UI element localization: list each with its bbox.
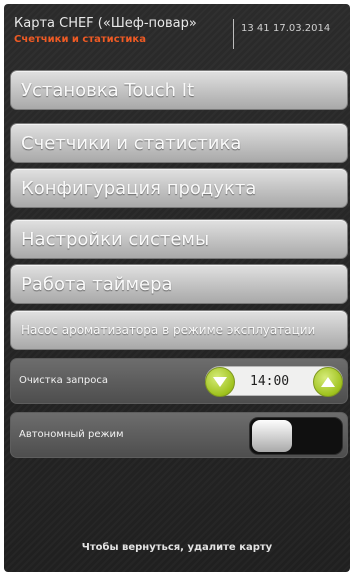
request-clean-label: Очистка запроса (19, 375, 109, 386)
autonomous-mode-toggle[interactable] (249, 417, 343, 455)
request-clean-stepper: 14:00 (205, 366, 343, 397)
header: Карта CHEF («Шеф-повар» Счетчики и стати… (4, 4, 350, 66)
clock-time: 13 41 (241, 23, 270, 34)
autonomous-mode-label: Автономный режим (19, 429, 124, 440)
arrow-up-icon (321, 377, 335, 387)
section-subtitle: Счетчики и статистика (14, 34, 146, 45)
card-screen: Карта CHEF («Шеф-повар» Счетчики и стати… (4, 4, 350, 572)
request-clean-row: Очистка запроса 14:00 (10, 358, 348, 404)
remove-card-hint: Чтобы вернуться, удалите карту (81, 542, 273, 553)
autonomous-mode-row: Автономный режим (10, 412, 348, 458)
clock-date: 17.03.2014 (273, 23, 331, 34)
menu-button-flavor-pump[interactable]: Насос ароматизатора в режиме эксплуатаци… (10, 310, 348, 350)
menu-button-system-settings[interactable]: Настройки системы (10, 219, 348, 259)
menu-button-counters-statistics[interactable]: Счетчики и статистика (10, 123, 348, 163)
request-clean-value: 14:00 (250, 374, 290, 389)
increment-button[interactable] (313, 367, 343, 397)
toggle-knob[interactable] (252, 420, 292, 452)
menu-button-timer-operation[interactable]: Работа таймера (10, 264, 348, 304)
arrow-down-icon (213, 377, 227, 387)
decrement-button[interactable] (205, 367, 235, 397)
header-divider (233, 19, 234, 49)
menu-button-touch-it-setup[interactable]: Установка Touch It (10, 70, 348, 110)
menu-button-product-config[interactable]: Конфигурация продукта (10, 168, 348, 208)
card-title: Карта CHEF («Шеф-повар» (14, 16, 197, 31)
